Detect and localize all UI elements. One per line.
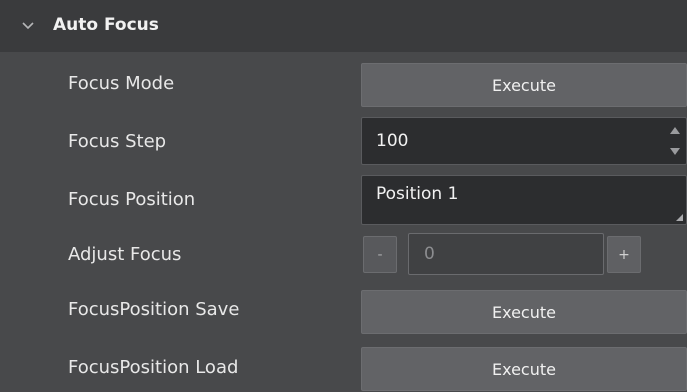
chevron-down-icon[interactable] <box>21 20 35 32</box>
adjust-focus-plus-button[interactable]: + <box>607 236 641 273</box>
focus-step-label: Focus Step <box>68 131 167 152</box>
focus-position-value: Position 1 <box>376 184 459 204</box>
spin-down-icon[interactable] <box>670 148 680 155</box>
focus-position-combobox[interactable]: Position 1 <box>361 175 687 225</box>
focus-position-save-execute-button[interactable]: Execute <box>361 290 687 334</box>
properties-panel: Auto Focus Focus Mode Execute Focus Step… <box>0 0 687 392</box>
focus-mode-execute-button[interactable]: Execute <box>361 63 687 107</box>
spin-up-icon[interactable] <box>670 127 680 134</box>
section-title: Auto Focus <box>53 15 159 35</box>
dropdown-grip-icon <box>676 214 683 221</box>
focus-step-spinbox[interactable]: 100 <box>361 117 687 165</box>
adjust-focus-minus-button[interactable]: - <box>363 236 397 273</box>
focus-position-load-execute-button[interactable]: Execute <box>361 347 687 391</box>
adjust-focus-input[interactable]: 0 <box>408 233 604 275</box>
focus-step-value[interactable]: 100 <box>376 131 408 151</box>
focus-position-label: Focus Position <box>68 189 196 210</box>
section-header-auto-focus[interactable]: Auto Focus <box>0 0 687 52</box>
focus-mode-label: Focus Mode <box>68 73 175 94</box>
focus-position-load-label: FocusPosition Load <box>68 357 239 378</box>
adjust-focus-label: Adjust Focus <box>68 244 182 265</box>
focus-position-save-label: FocusPosition Save <box>68 299 240 320</box>
adjust-focus-value: 0 <box>424 244 435 264</box>
